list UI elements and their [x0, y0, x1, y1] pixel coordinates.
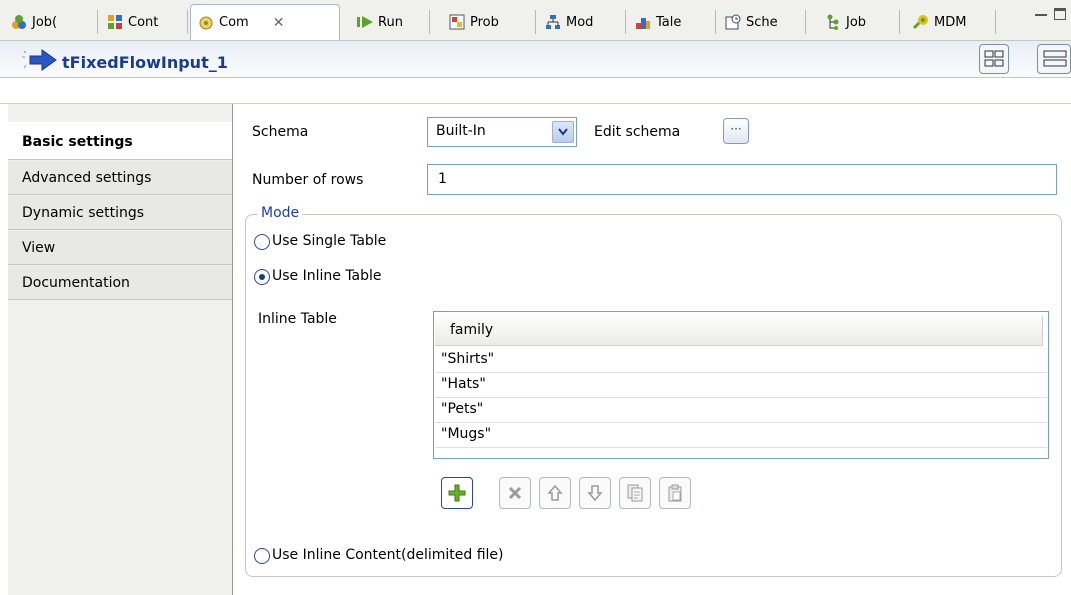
copy-icon [627, 484, 643, 502]
scheduler-icon [724, 13, 742, 31]
copy-button[interactable] [619, 477, 651, 509]
inline-table-label: Inline Table [258, 311, 337, 327]
radio-use-inline-table[interactable] [254, 269, 270, 285]
schema-value: Built-In [436, 123, 486, 139]
job-icon [10, 13, 28, 31]
talend-icon [634, 13, 652, 31]
delete-icon [508, 486, 522, 500]
tab-mdm[interactable]: MDM [906, 6, 996, 38]
minimize-icon[interactable] [1035, 8, 1047, 16]
inline-table[interactable]: family "Shirts" "Hats" "Pets" "Mugs" [433, 311, 1049, 459]
tab-job[interactable]: Job( [4, 6, 98, 38]
close-icon[interactable]: ✕ [273, 15, 285, 31]
tab-contexts[interactable]: Cont [100, 6, 188, 38]
fixed-flow-input-icon [20, 47, 60, 73]
nav-dynamic-settings[interactable]: Dynamic settings [8, 196, 232, 230]
tab-talend[interactable]: Tale [628, 6, 716, 38]
plus-icon [448, 484, 466, 502]
inline-content-label: Use Inline Content(delimited file) [272, 547, 504, 563]
tab-job-hierarchy[interactable]: Job [818, 6, 900, 38]
paste-button[interactable] [659, 477, 691, 509]
radio-use-inline-content[interactable] [254, 548, 270, 564]
move-up-button[interactable] [539, 477, 571, 509]
editor-tab-bar: Job( Cont Com ✕ Run Prob Mod Tale Sche J… [0, 0, 1071, 41]
grid-view-icon[interactable] [979, 44, 1009, 74]
table-row[interactable]: "Hats" [435, 373, 1047, 398]
component-header: tFixedFlowInput_1 [0, 41, 1071, 104]
list-view-icon[interactable] [1037, 44, 1071, 74]
column-header-family[interactable]: family [435, 316, 1043, 346]
modules-icon [544, 13, 562, 31]
edit-schema-label: Edit schema [594, 124, 681, 140]
nav-documentation[interactable]: Documentation [8, 266, 232, 300]
mode-label: Mode [258, 205, 303, 221]
component-icon [197, 14, 215, 32]
tab-modules[interactable]: Mod [538, 6, 626, 38]
single-table-label: Use Single Table [272, 233, 387, 249]
contexts-icon [106, 13, 124, 31]
nav-view[interactable]: View [8, 231, 232, 265]
tab-run[interactable]: Run [350, 6, 430, 38]
job-hierarchy-icon [824, 13, 842, 31]
nav-advanced-settings[interactable]: Advanced settings [8, 161, 232, 195]
rows-label: Number of rows [252, 172, 364, 188]
maximize-icon[interactable] [1054, 8, 1066, 20]
add-row-button[interactable] [441, 477, 473, 509]
problems-icon [448, 13, 466, 31]
run-icon [356, 13, 374, 31]
remove-row-button[interactable] [499, 477, 531, 509]
tab-problems[interactable]: Prob [442, 6, 536, 38]
nav-basic-settings[interactable]: Basic settings [8, 122, 232, 160]
component-title: tFixedFlowInput_1 [62, 53, 228, 72]
table-row[interactable]: "Mugs" [435, 423, 1047, 448]
radio-use-single-table[interactable] [254, 234, 270, 250]
rows-value: 1 [438, 171, 447, 187]
mdm-icon [912, 13, 930, 31]
table-row[interactable]: "Pets" [435, 398, 1047, 423]
arrow-down-icon [587, 485, 603, 502]
edit-schema-button[interactable]: ··· [723, 118, 749, 144]
chevron-down-icon[interactable] [552, 121, 574, 143]
tab-scheduler[interactable]: Sche [718, 6, 806, 38]
schema-select[interactable]: Built-In [427, 117, 577, 147]
tab-component[interactable]: Com ✕ [190, 4, 340, 40]
number-of-rows-input[interactable]: 1 [427, 164, 1057, 195]
inline-table-radio-label: Use Inline Table [272, 268, 382, 284]
schema-label: Schema [252, 124, 309, 140]
paste-icon [668, 484, 682, 502]
move-down-button[interactable] [579, 477, 611, 509]
settings-nav: Basic settings Advanced settings Dynamic… [8, 104, 233, 595]
table-row[interactable]: "Shirts" [435, 348, 1047, 373]
arrow-up-icon [547, 484, 563, 501]
